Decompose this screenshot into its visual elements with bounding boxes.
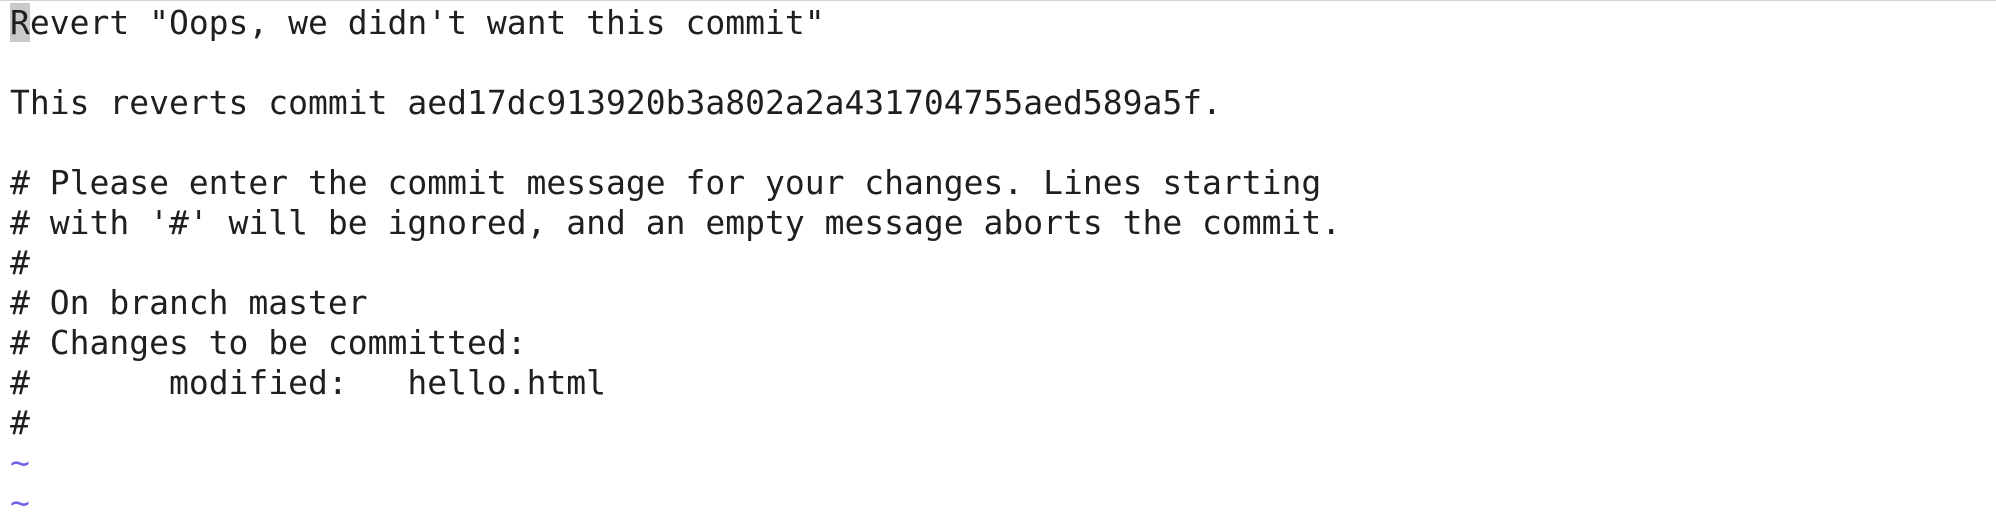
comment-line-empty[interactable]: #	[10, 403, 1341, 443]
blank-line[interactable]	[10, 43, 1341, 83]
commit-subject-text: evert "Oops, we didn't want this commit"	[29, 3, 825, 42]
comment-line-ignored-note[interactable]: # with '#' will be ignored, and an empty…	[10, 203, 1341, 243]
editor-buffer[interactable]: Revert "Oops, we didn't want this commit…	[10, 3, 1341, 523]
blank-line[interactable]	[10, 123, 1341, 163]
revert-body-line[interactable]: This reverts commit aed17dc913920b3a802a…	[10, 83, 1341, 123]
comment-line-empty[interactable]: #	[10, 243, 1341, 283]
comment-line-modified-file[interactable]: # modified: hello.html	[10, 363, 1341, 403]
comment-line-changes-header[interactable]: # Changes to be committed:	[10, 323, 1341, 363]
vim-commit-editor[interactable]: Revert "Oops, we didn't want this commit…	[0, 0, 1996, 524]
text-cursor: R	[10, 3, 30, 42]
empty-buffer-marker: ~	[10, 443, 30, 482]
comment-line-branch[interactable]: # On branch master	[10, 283, 1341, 323]
empty-buffer-marker: ~	[10, 483, 30, 522]
commit-subject-line[interactable]: Revert "Oops, we didn't want this commit…	[10, 3, 1341, 43]
comment-line-instructions[interactable]: # Please enter the commit message for yo…	[10, 163, 1341, 203]
